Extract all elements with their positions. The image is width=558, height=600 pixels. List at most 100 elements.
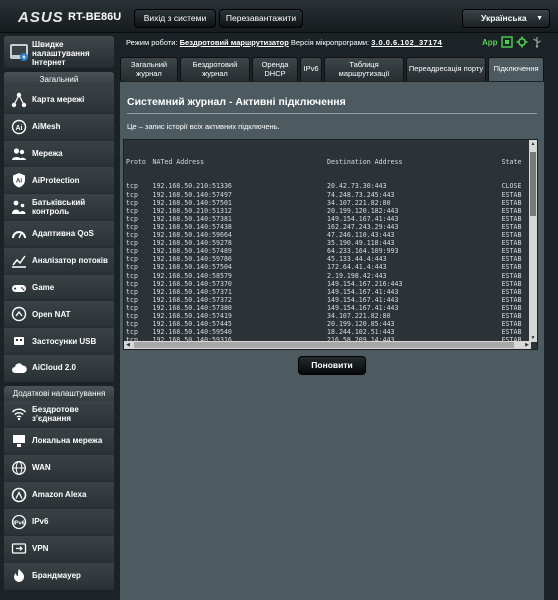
title-divider xyxy=(127,113,537,114)
tab-wireless-log[interactable]: Бездротовий журнал xyxy=(180,57,250,81)
sidebar-item-label: Open NAT xyxy=(32,309,71,319)
table-cell: ESTAB xyxy=(501,239,522,248)
sidebar-item-guest-network[interactable]: Мережа xyxy=(4,140,114,168)
sidebar-item-usb-apps[interactable]: Застосунки USB xyxy=(4,328,114,355)
table-cell: 192.168.50.140:59664 xyxy=(152,231,232,240)
table-row: tcp 192.168.50.210:51312 20.199.120.182:44… xyxy=(126,207,531,215)
refresh-button[interactable]: Поновити xyxy=(298,356,366,375)
table-cell: tcp xyxy=(126,247,138,256)
sidebar-item-parental-control[interactable]: Батьківський контроль xyxy=(4,194,114,221)
sidebar-item-traffic-analyzer[interactable]: Аналізатор потоків xyxy=(4,247,114,275)
tab-routing-table[interactable]: Таблиця маршрутизації xyxy=(324,57,404,81)
chevron-down-icon: ▼ xyxy=(536,15,543,22)
sidebar-item-label: AiMesh xyxy=(32,122,61,132)
table-cell: tcp xyxy=(126,295,138,304)
table-cell: tcp xyxy=(126,255,138,264)
advanced-menu-title: Додаткові налаштування xyxy=(4,385,114,401)
table-cell: tcp xyxy=(126,198,138,207)
sidebar-item-label: Мережа xyxy=(32,148,63,158)
table-cell: ESTAB xyxy=(501,255,522,264)
sidebar-item-label: AiProtection xyxy=(32,175,80,185)
status-icons: App xyxy=(482,36,543,48)
scroll-left-arrow-icon[interactable]: ◀ xyxy=(124,341,132,349)
app-link[interactable]: App xyxy=(482,38,498,47)
sidebar-item-aiprotection[interactable]: Ai AiProtection xyxy=(4,167,114,195)
sidebar-item-label: AiCloud 2.0 xyxy=(32,363,77,373)
tab-dhcp-leases[interactable]: Оренда DHCP xyxy=(252,57,298,81)
sidebar-item-wireless[interactable]: Бездротове з'єднання xyxy=(4,400,114,428)
table-cell: 20.199.120.182:443 xyxy=(327,206,399,215)
sidebar-item-network-map[interactable]: Карта мережі xyxy=(4,87,114,114)
tab-general-log[interactable]: Загальний журнал xyxy=(120,57,178,81)
logout-button[interactable]: Вихід з системи xyxy=(134,9,216,28)
scroll-up-arrow-icon[interactable]: ▲ xyxy=(529,140,537,148)
alexa-icon xyxy=(10,487,28,503)
sidebar-item-firewall[interactable]: Брандмауер xyxy=(4,562,114,590)
table-cell: 192.168.50.210:51312 xyxy=(152,206,232,215)
traffic-analyzer-icon xyxy=(10,253,28,269)
model-name: RT-BE86U xyxy=(68,11,122,23)
vertical-scrollbar[interactable]: ▲ ▼ xyxy=(529,140,537,342)
usb-icon xyxy=(10,333,28,349)
network-status-icon[interactable] xyxy=(500,36,513,48)
firmware-version-link[interactable]: 3.0.0.6.102_37174 xyxy=(371,38,442,47)
table-cell: 192.168.50.140:58579 xyxy=(152,271,232,280)
sidebar-item-game[interactable]: Game xyxy=(4,274,114,302)
table-cell: tcp xyxy=(126,222,138,231)
table-row: tcp 192.168.50.140:57504 172.64.41.4:443 ES… xyxy=(126,263,531,271)
table-cell: 192.168.50.140:59278 xyxy=(152,239,232,248)
horizontal-scrollbar[interactable]: ◀ ▶ xyxy=(124,341,531,349)
scrollbar-thumb[interactable] xyxy=(530,152,536,216)
scrollbar-thumb[interactable] xyxy=(134,342,514,348)
sidebar-item-open-nat[interactable]: Open NAT xyxy=(4,301,114,329)
right-edge xyxy=(548,36,558,600)
sidebar-item-ipv6[interactable]: IPv6 IPv6 xyxy=(4,508,114,536)
table-cell: 192.168.50.140:59540 xyxy=(152,328,232,337)
sidebar-item-label: VPN xyxy=(32,544,49,554)
main-panel: Системний журнал - Активні підключення Ц… xyxy=(120,82,544,600)
table-cell: ESTAB xyxy=(501,231,522,240)
gear-icon[interactable] xyxy=(516,36,528,48)
quick-internet-setup[interactable]: Швидке налаштування Інтернет xyxy=(4,36,114,68)
general-menu-title: Загальний xyxy=(4,72,114,87)
table-cell: 192.168.50.140:57438 xyxy=(152,222,232,231)
operation-mode-link[interactable]: Бездротовий маршрутизатор xyxy=(180,38,289,47)
tab-connections[interactable]: Підключення xyxy=(488,57,544,81)
sidebar-item-lan[interactable]: Локальна мережа xyxy=(4,427,114,455)
table-cell: 74.248.73.245:443 xyxy=(327,190,395,199)
table-cell: 192.168.50.140:57381 xyxy=(152,214,232,223)
sidebar-item-aimesh[interactable]: Ai AiMesh xyxy=(4,113,114,141)
sidebar-item-adaptive-qos[interactable]: Адаптивна QoS xyxy=(4,220,114,248)
table-cell: 192.168.50.140:57372 xyxy=(152,295,232,304)
sidebar-item-label: Адаптивна QoS xyxy=(32,229,94,239)
reboot-button[interactable]: Перезавантажити xyxy=(219,9,303,28)
table-cell: tcp xyxy=(126,287,138,296)
language-select[interactable]: Українська ▼ xyxy=(462,9,550,28)
sidebar-item-vpn[interactable]: VPN xyxy=(4,535,114,563)
sidebar-item-alexa[interactable]: Amazon Alexa xyxy=(4,481,114,509)
tab-port-forwarding[interactable]: Переадресація порту xyxy=(406,57,486,81)
table-cell: 192.168.50.140:57370 xyxy=(152,279,232,288)
tab-ipv6[interactable]: IPv6 xyxy=(300,57,322,81)
table-row: tcp 192.168.50.140:58579 2.19.198.42:443 ES… xyxy=(126,272,531,280)
table-cell: 34.107.221.82:80 xyxy=(327,311,391,320)
connections-log[interactable]: Proto NATed Address Destination Address … xyxy=(123,139,538,350)
table-cell: ESTAB xyxy=(501,279,522,288)
sidebar: Швидке налаштування Інтернет Загальний К… xyxy=(4,36,114,590)
table-cell: 47.246.110.43:443 xyxy=(327,231,395,240)
table-row: tcp 192.168.50.140:57381 149.154.167.41:44… xyxy=(126,215,531,223)
usb-status-icon[interactable] xyxy=(531,36,543,48)
table-header: Proto NATed Address Destination Address … xyxy=(126,158,531,166)
table-cell: tcp xyxy=(126,320,138,329)
table-cell: ESTAB xyxy=(501,328,522,337)
table-row: tcp 192.168.50.140:57497 74.248.73.245:443… xyxy=(126,191,531,199)
shield-icon: Ai xyxy=(10,172,28,188)
table-cell: 192.168.50.140:57445 xyxy=(152,320,232,329)
sidebar-item-wan[interactable]: WAN xyxy=(4,454,114,482)
asus-logo[interactable]: ASUS xyxy=(18,9,64,26)
sidebar-item-aicloud[interactable]: AiCloud 2.0 xyxy=(4,354,114,382)
table-cell: tcp xyxy=(126,311,138,320)
ipv6-icon: IPv6 xyxy=(10,514,28,530)
lan-icon xyxy=(10,433,28,449)
scroll-right-arrow-icon[interactable]: ▶ xyxy=(523,341,531,349)
